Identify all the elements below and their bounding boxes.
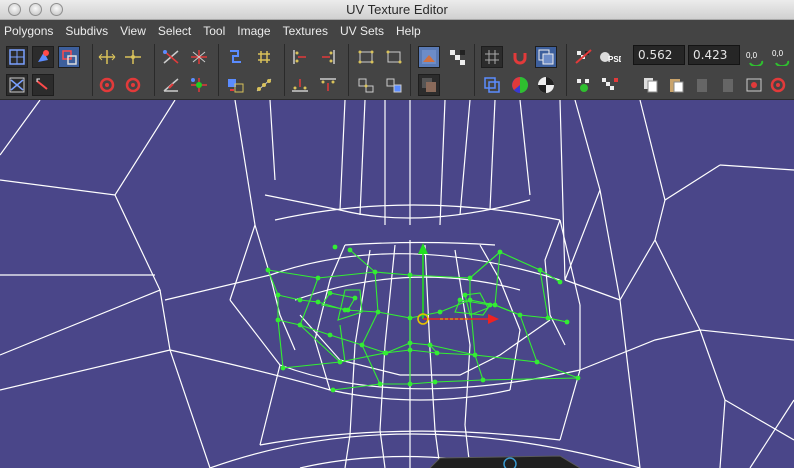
menu-textures[interactable]: Textures <box>282 24 336 38</box>
cycle-uv-icon[interactable] <box>743 74 765 96</box>
rotate-ccw-icon[interactable] <box>96 74 118 96</box>
psd-label: PSD <box>608 55 621 64</box>
uv-relative-icon[interactable]: 0,0 <box>770 46 792 68</box>
toolbar-separator <box>284 44 285 96</box>
cut-uv-edges-icon[interactable] <box>160 46 182 68</box>
menu-help[interactable]: Help <box>395 24 429 38</box>
select-shell-icon[interactable] <box>355 46 377 68</box>
grid-uvs-icon[interactable] <box>253 46 275 68</box>
minimize-window-button[interactable] <box>29 3 42 16</box>
menu-tool[interactable]: Tool <box>202 24 233 38</box>
texture-checker-icon[interactable] <box>599 74 621 96</box>
window-controls <box>8 3 63 16</box>
dim-image-icon[interactable] <box>418 74 440 96</box>
sew-uv-edges-icon[interactable] <box>160 74 182 96</box>
toolbar-separator <box>348 44 349 96</box>
paste-uvs-icon[interactable] <box>665 74 687 96</box>
u-coordinate-field[interactable] <box>633 45 685 65</box>
uv-smudge-icon[interactable] <box>32 74 54 96</box>
rotate-uvs-icon[interactable] <box>769 74 791 96</box>
update-psd-icon[interactable] <box>573 74 595 96</box>
menu-bar: Polygons Subdivs View Select Tool Image … <box>0 20 794 41</box>
zero-label-b: 0,0 <box>772 49 784 58</box>
background-geometry <box>429 455 581 468</box>
menu-subdivs[interactable]: Subdivs <box>64 24 116 38</box>
y-axis-arrow-icon[interactable] <box>418 243 428 254</box>
v-coordinate-field[interactable] <box>688 45 740 65</box>
rotate-cw-icon[interactable] <box>122 74 144 96</box>
rgb-channels-icon[interactable] <box>509 74 531 96</box>
toolbar-separator <box>218 44 219 96</box>
align-uvs-max-u-icon[interactable] <box>317 46 339 68</box>
zoom-window-button[interactable] <box>50 3 63 16</box>
x-axis-arrow-icon[interactable] <box>488 314 499 324</box>
copy-uvs-icon[interactable] <box>639 74 661 96</box>
image-ratio-icon[interactable] <box>573 46 595 68</box>
toolbar-separator <box>92 44 93 96</box>
refresh-uv-values-icon[interactable]: 0,0 <box>744 46 766 68</box>
paste-v-icon[interactable] <box>717 74 739 96</box>
uv-wireframe <box>0 100 794 468</box>
menu-select[interactable]: Select <box>157 24 199 38</box>
relax-uvs-icon[interactable] <box>253 74 275 96</box>
window-title: UV Texture Editor <box>346 2 448 17</box>
snap-icon[interactable] <box>509 46 531 68</box>
select-border-icon[interactable] <box>383 46 405 68</box>
display-image-icon[interactable] <box>418 46 440 68</box>
flip-v-icon[interactable] <box>122 46 144 68</box>
isolate-select-icon[interactable] <box>535 46 557 68</box>
paste-u-icon[interactable] <box>691 74 713 96</box>
toolbar-separator <box>410 44 411 96</box>
toolbar-separator <box>566 44 567 96</box>
uv-move-tool-icon[interactable] <box>58 46 80 68</box>
split-uvs-icon[interactable] <box>188 46 210 68</box>
uv-tweak-icon[interactable] <box>32 46 54 68</box>
toolbar-separator <box>154 44 155 96</box>
alpha-channel-icon[interactable] <box>535 74 557 96</box>
convert-selection-icon[interactable] <box>383 74 405 96</box>
uv-lattice-icon[interactable] <box>6 74 28 96</box>
toggle-grid-icon[interactable] <box>481 46 503 68</box>
flip-u-icon[interactable] <box>96 46 118 68</box>
move-sew-uvs-icon[interactable] <box>188 74 210 96</box>
shaded-uvs-icon[interactable] <box>481 74 503 96</box>
title-bar: UV Texture Editor <box>0 0 794 20</box>
toolbar: PSD 0,0 0,0 <box>0 41 794 100</box>
menu-image[interactable]: Image <box>236 24 278 38</box>
uv-mesh-canvas[interactable] <box>0 100 794 468</box>
menu-view[interactable]: View <box>119 24 154 38</box>
zero-label-a: 0,0 <box>746 51 758 60</box>
menu-polygons[interactable]: Polygons <box>3 24 61 38</box>
close-window-button[interactable] <box>8 3 21 16</box>
select-uv-shell-border-icon[interactable] <box>355 74 377 96</box>
checker-display-icon[interactable] <box>446 46 468 68</box>
uv-editor-viewport[interactable] <box>0 100 794 468</box>
align-uvs-min-u-icon[interactable] <box>289 46 311 68</box>
psd-network-icon[interactable]: PSD <box>599 46 621 68</box>
menu-uv-sets[interactable]: UV Sets <box>339 24 392 38</box>
align-uvs-min-v-icon[interactable] <box>289 74 311 96</box>
layout-uvs-icon[interactable] <box>225 46 247 68</box>
toolbar-separator <box>474 44 475 96</box>
unfold-uvs-icon[interactable] <box>225 74 247 96</box>
uv-grid-select-icon[interactable] <box>6 46 28 68</box>
align-uvs-max-v-icon[interactable] <box>317 74 339 96</box>
